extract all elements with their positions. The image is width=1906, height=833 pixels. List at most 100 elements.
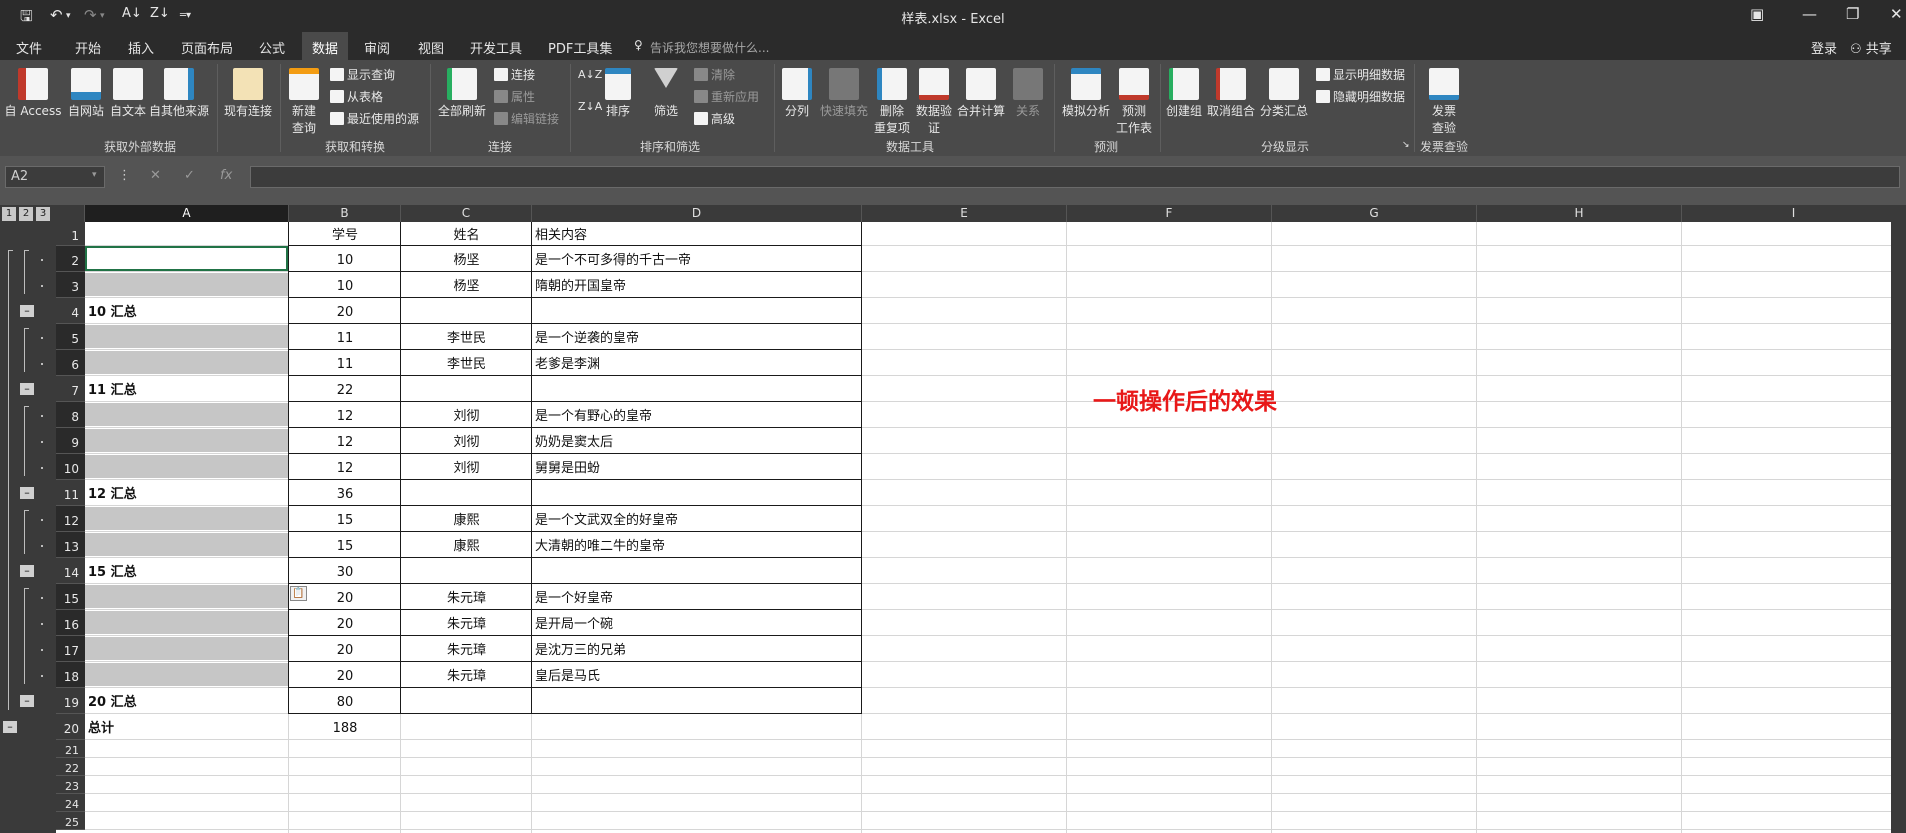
show-queries-button[interactable]: 显示查询: [330, 66, 395, 83]
sort-z-a-button[interactable]: Z↓A: [578, 100, 602, 113]
column-header-g[interactable]: G: [1272, 205, 1477, 222]
row-header[interactable]: 13: [56, 532, 85, 558]
function-icon[interactable]: fx: [220, 168, 232, 183]
column-header-d[interactable]: D: [532, 205, 862, 222]
tell-me-search[interactable]: 告诉我您想要做什么...: [650, 39, 769, 56]
dialog-launcher-icon[interactable]: ↘: [1402, 140, 1410, 150]
show-detail-button[interactable]: 显示明细数据: [1316, 66, 1405, 83]
more-icon[interactable]: ⋮: [118, 168, 131, 183]
share-button[interactable]: ⚇ 共享: [1850, 38, 1892, 57]
select-all-corner[interactable]: [56, 205, 85, 222]
cancel-icon[interactable]: ✕: [150, 168, 161, 183]
outline-level-3-button[interactable]: 3: [36, 207, 50, 221]
tab-developer[interactable]: 开发工具: [470, 38, 522, 57]
from-table-button[interactable]: 从表格: [330, 88, 383, 105]
column-header-e[interactable]: E: [862, 205, 1067, 222]
column-header-i[interactable]: I: [1682, 205, 1906, 222]
tab-data[interactable]: 数据: [302, 32, 349, 60]
forecast-sheet-button[interactable]: 预测 工作表: [1114, 68, 1154, 136]
tab-insert[interactable]: 插入: [128, 38, 154, 57]
clear-filter-button[interactable]: 清除: [694, 66, 735, 83]
collapse-group-button[interactable]: –: [20, 305, 34, 317]
row-header[interactable]: 1: [56, 222, 85, 246]
row-header[interactable]: 25: [56, 812, 85, 830]
hide-detail-button[interactable]: 隐藏明细数据: [1316, 88, 1405, 105]
vertical-scrollbar[interactable]: [1891, 205, 1906, 833]
recent-sources-button[interactable]: 最近使用的源: [330, 110, 419, 127]
row-header[interactable]: 14: [56, 558, 85, 584]
subtotal-button[interactable]: 分类汇总: [1258, 68, 1310, 119]
sign-in-link[interactable]: 登录: [1811, 38, 1837, 57]
connections-button[interactable]: 连接: [494, 66, 535, 83]
existing-connections-button[interactable]: 现有连接: [222, 68, 274, 119]
from-access-button[interactable]: 自 Access: [4, 68, 62, 119]
formula-input[interactable]: [250, 166, 1900, 188]
sort-button[interactable]: 排序: [600, 68, 636, 119]
row-header[interactable]: 17: [56, 636, 85, 662]
row-header[interactable]: 24: [56, 794, 85, 812]
flash-fill-button[interactable]: 快速填充: [816, 68, 872, 119]
tab-review[interactable]: 审阅: [364, 38, 390, 57]
tab-home[interactable]: 开始: [75, 38, 101, 57]
column-header-h[interactable]: H: [1477, 205, 1682, 222]
paste-options-icon[interactable]: 📋: [290, 586, 307, 601]
outline-level-2-button[interactable]: 2: [19, 207, 33, 221]
row-header[interactable]: 7: [56, 376, 85, 402]
ribbon-display-icon[interactable]: ▣: [1750, 5, 1764, 23]
column-header-a[interactable]: A: [85, 205, 289, 222]
group-button[interactable]: 创建组: [1164, 68, 1204, 119]
row-header[interactable]: 9: [56, 428, 85, 454]
from-other-sources-button[interactable]: 自其他来源: [148, 68, 210, 119]
row-header[interactable]: 23: [56, 776, 85, 794]
row-header[interactable]: 5: [56, 324, 85, 350]
new-query-button[interactable]: 新建 查询: [284, 68, 324, 136]
collapse-all-button[interactable]: –: [3, 721, 17, 733]
row-header[interactable]: 20: [56, 714, 85, 740]
row-header[interactable]: 2: [56, 246, 85, 272]
ungroup-button[interactable]: 取消组合: [1206, 68, 1256, 119]
tab-formulas[interactable]: 公式: [259, 38, 285, 57]
row-header[interactable]: 19: [56, 688, 85, 714]
refresh-all-button[interactable]: 全部刷新: [434, 68, 490, 119]
worksheet-grid[interactable]: 学号 姓名 相关内容 10 杨坚 是一个不可多得的千古一帝 10 杨坚 隋朝的开国皇帝 10 汇总…: [85, 222, 1906, 833]
properties-button[interactable]: 属性: [494, 88, 535, 105]
invoice-check-button[interactable]: 发票 查验: [1422, 68, 1466, 136]
from-text-button[interactable]: 自文本: [108, 68, 148, 119]
data-validation-button[interactable]: 数据验 证: [912, 68, 956, 136]
collapse-group-button[interactable]: –: [20, 565, 34, 577]
row-header[interactable]: 3: [56, 272, 85, 298]
row-header[interactable]: 10: [56, 454, 85, 480]
what-if-button[interactable]: 模拟分析: [1058, 68, 1114, 119]
tab-view[interactable]: 视图: [418, 38, 444, 57]
collapse-group-button[interactable]: –: [20, 383, 34, 395]
row-header[interactable]: 18: [56, 662, 85, 688]
remove-duplicates-button[interactable]: 删除 重复项: [872, 68, 912, 136]
chevron-down-icon[interactable]: ▾: [92, 170, 97, 180]
text-to-columns-button[interactable]: 分列: [778, 68, 816, 119]
relationships-button[interactable]: 关系: [1008, 68, 1048, 119]
name-box[interactable]: A2: [5, 166, 105, 188]
row-header[interactable]: 4: [56, 298, 85, 324]
from-web-button[interactable]: 自网站: [66, 68, 106, 119]
row-header[interactable]: 8: [56, 402, 85, 428]
column-header-c[interactable]: C: [401, 205, 532, 222]
row-header[interactable]: 11: [56, 480, 85, 506]
filter-button[interactable]: 筛选: [648, 68, 684, 119]
collapse-group-button[interactable]: –: [20, 487, 34, 499]
outline-level-1-button[interactable]: 1: [2, 207, 16, 221]
tab-pdf-tools[interactable]: PDF工具集: [548, 38, 612, 57]
tab-file[interactable]: 文件: [16, 38, 42, 57]
row-header[interactable]: 22: [56, 758, 85, 776]
reapply-button[interactable]: 重新应用: [694, 88, 759, 105]
sort-a-z-button[interactable]: A↓Z: [578, 68, 602, 81]
close-icon[interactable]: ✕: [1890, 5, 1903, 23]
restore-icon[interactable]: ❐: [1846, 5, 1859, 23]
advanced-filter-button[interactable]: 高级: [694, 110, 735, 127]
tab-page-layout[interactable]: 页面布局: [181, 38, 233, 57]
enter-icon[interactable]: ✓: [184, 168, 195, 183]
column-header-b[interactable]: B: [289, 205, 401, 222]
minimize-icon[interactable]: —: [1802, 5, 1817, 23]
consolidate-button[interactable]: 合并计算: [956, 68, 1006, 119]
row-header[interactable]: 12: [56, 506, 85, 532]
edit-links-button[interactable]: 编辑链接: [494, 110, 559, 127]
